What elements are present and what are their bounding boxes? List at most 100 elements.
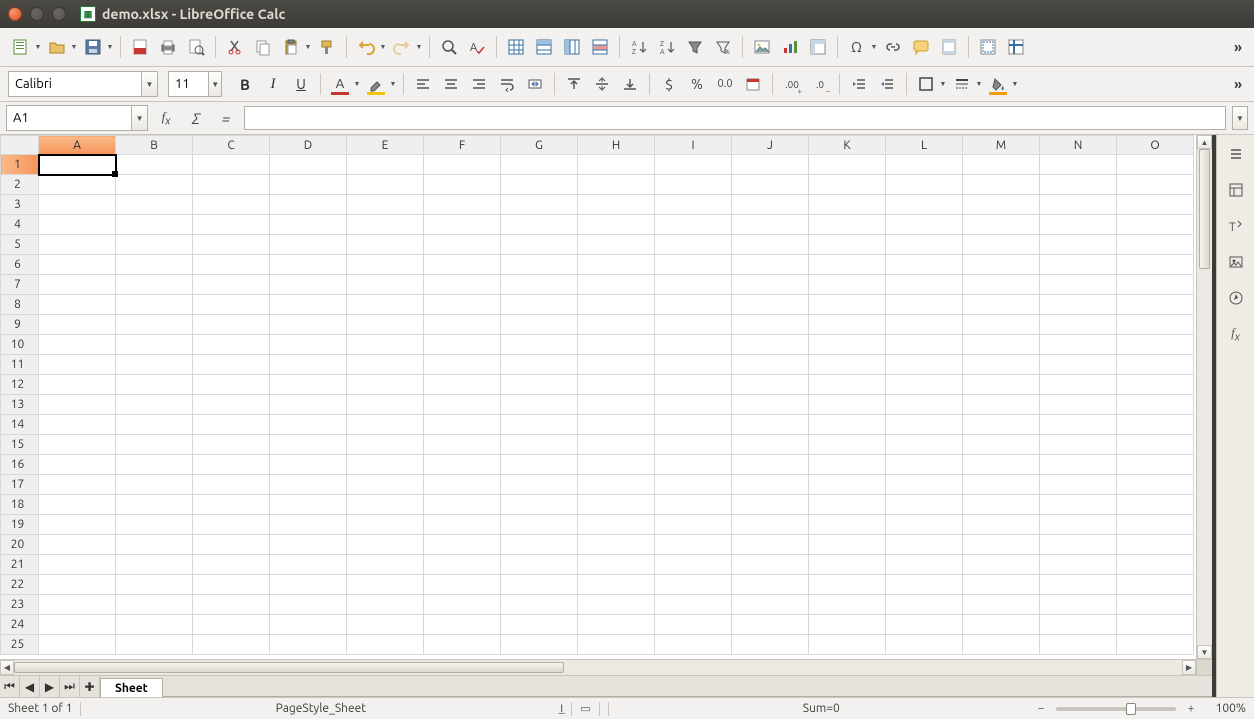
cell-J24[interactable] [732,615,809,635]
col-header-K[interactable]: K [809,136,886,155]
cell-C15[interactable] [193,435,270,455]
cell-C8[interactable] [193,295,270,315]
formula-input[interactable] [244,106,1226,130]
cell-L7[interactable] [886,275,963,295]
open-dropdown[interactable]: ▼ [70,43,78,51]
undo-button[interactable] [353,34,379,60]
font-name-dropdown[interactable]: ▼ [141,72,157,96]
cell-I18[interactable] [655,495,732,515]
row-header-16[interactable]: 16 [1,455,39,475]
cell-D1[interactable] [270,155,347,175]
cell-K7[interactable] [809,275,886,295]
col-header-H[interactable]: H [578,136,655,155]
cell-A11[interactable] [39,355,116,375]
cell-H22[interactable] [578,575,655,595]
cell-B7[interactable] [116,275,193,295]
cell-J2[interactable] [732,175,809,195]
cell-J10[interactable] [732,335,809,355]
cell-O14[interactable] [1117,415,1194,435]
cell-D22[interactable] [270,575,347,595]
cell-H3[interactable] [578,195,655,215]
cell-D8[interactable] [270,295,347,315]
cell-O12[interactable] [1117,375,1194,395]
cell-L17[interactable] [886,475,963,495]
cell-B4[interactable] [116,215,193,235]
cell-N14[interactable] [1040,415,1117,435]
cell-F9[interactable] [424,315,501,335]
cell-D15[interactable] [270,435,347,455]
cell-L6[interactable] [886,255,963,275]
cell-B24[interactable] [116,615,193,635]
cell-H5[interactable] [578,235,655,255]
spreadsheet-grid[interactable]: ABCDEFGHIJKLMNO1234567891011121314151617… [0,135,1196,659]
cell-J21[interactable] [732,555,809,575]
cell-K1[interactable] [809,155,886,175]
cell-M5[interactable] [963,235,1040,255]
zoom-slider[interactable] [1056,707,1176,711]
cell-M7[interactable] [963,275,1040,295]
cell-I1[interactable] [655,155,732,175]
cell-F13[interactable] [424,395,501,415]
tab-last-button[interactable]: ⏭ [60,676,80,697]
col-left-button[interactable] [559,34,585,60]
col-header-O[interactable]: O [1117,136,1194,155]
cell-E23[interactable] [347,595,424,615]
cell-G4[interactable] [501,215,578,235]
cell-A2[interactable] [39,175,116,195]
cell-M17[interactable] [963,475,1040,495]
cell-F1[interactable] [424,155,501,175]
window-close-button[interactable] [8,7,22,21]
border-style-button[interactable] [949,71,975,97]
redo-button[interactable] [389,34,415,60]
cell-K22[interactable] [809,575,886,595]
cell-F8[interactable] [424,295,501,315]
cell-H24[interactable] [578,615,655,635]
cell-O13[interactable] [1117,395,1194,415]
cell-H6[interactable] [578,255,655,275]
cell-D17[interactable] [270,475,347,495]
insert-chart-button[interactable] [777,34,803,60]
font-size-combo[interactable]: ▼ [168,71,222,97]
cell-L8[interactable] [886,295,963,315]
col-header-A[interactable]: A [39,136,116,155]
cell-D6[interactable] [270,255,347,275]
cell-I4[interactable] [655,215,732,235]
cell-O22[interactable] [1117,575,1194,595]
cell-K18[interactable] [809,495,886,515]
cell-D25[interactable] [270,635,347,655]
cell-F23[interactable] [424,595,501,615]
cell-B5[interactable] [116,235,193,255]
percent-button[interactable]: % [684,71,710,97]
cell-N16[interactable] [1040,455,1117,475]
cell-E20[interactable] [347,535,424,555]
cell-I5[interactable] [655,235,732,255]
function-equals-button[interactable]: = [214,106,238,130]
row-header-8[interactable]: 8 [1,295,39,315]
cell-M12[interactable] [963,375,1040,395]
cell-K25[interactable] [809,635,886,655]
cell-F25[interactable] [424,635,501,655]
horizontal-scrollbar[interactable]: ◀ ▶ [0,660,1196,675]
row-header-14[interactable]: 14 [1,415,39,435]
cell-O7[interactable] [1117,275,1194,295]
cell-C14[interactable] [193,415,270,435]
cell-D10[interactable] [270,335,347,355]
toolbar-overflow[interactable]: » [1230,39,1246,55]
zoom-out-button[interactable]: − [1034,702,1048,715]
cell-H4[interactable] [578,215,655,235]
cell-L23[interactable] [886,595,963,615]
cell-L2[interactable] [886,175,963,195]
cell-I11[interactable] [655,355,732,375]
borders-button[interactable] [913,71,939,97]
vscroll-thumb[interactable] [1199,149,1210,269]
cell-I13[interactable] [655,395,732,415]
row-header-6[interactable]: 6 [1,255,39,275]
cell-B13[interactable] [116,395,193,415]
paste-button[interactable] [278,34,304,60]
row-header-18[interactable]: 18 [1,495,39,515]
cell-B6[interactable] [116,255,193,275]
cell-N5[interactable] [1040,235,1117,255]
cell-F5[interactable] [424,235,501,255]
cell-N4[interactable] [1040,215,1117,235]
increase-indent-button[interactable] [846,71,872,97]
